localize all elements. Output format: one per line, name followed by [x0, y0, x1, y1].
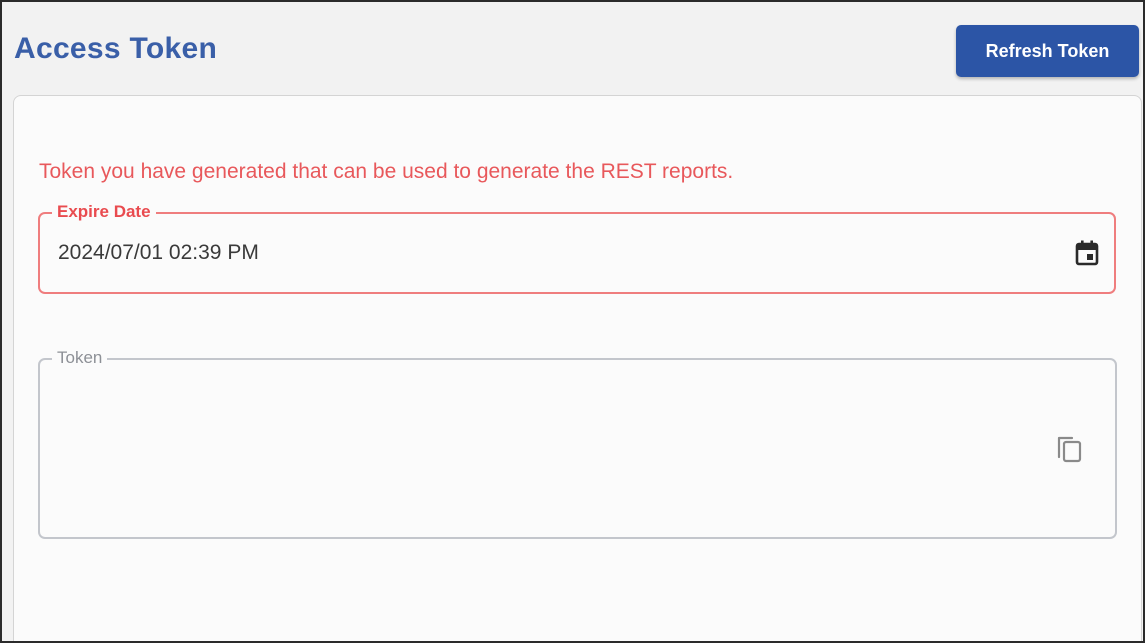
page-title: Access Token: [14, 32, 218, 65]
expire-date-field[interactable]: Expire Date: [38, 201, 1116, 294]
access-token-card: Token you have generated that can be use…: [13, 95, 1142, 641]
token-label: Token: [52, 347, 108, 369]
expire-date-label: Expire Date: [52, 201, 156, 223]
calendar-icon[interactable]: [1070, 236, 1104, 270]
app-window: Access Token Refresh Token Token you hav…: [0, 0, 1145, 643]
copy-icon[interactable]: [1053, 431, 1087, 465]
refresh-token-button[interactable]: Refresh Token: [956, 25, 1139, 77]
token-textarea[interactable]: [58, 380, 1038, 520]
expire-date-input[interactable]: [58, 238, 1038, 268]
token-description: Token you have generated that can be use…: [39, 160, 734, 183]
token-field[interactable]: Token: [38, 347, 1117, 539]
